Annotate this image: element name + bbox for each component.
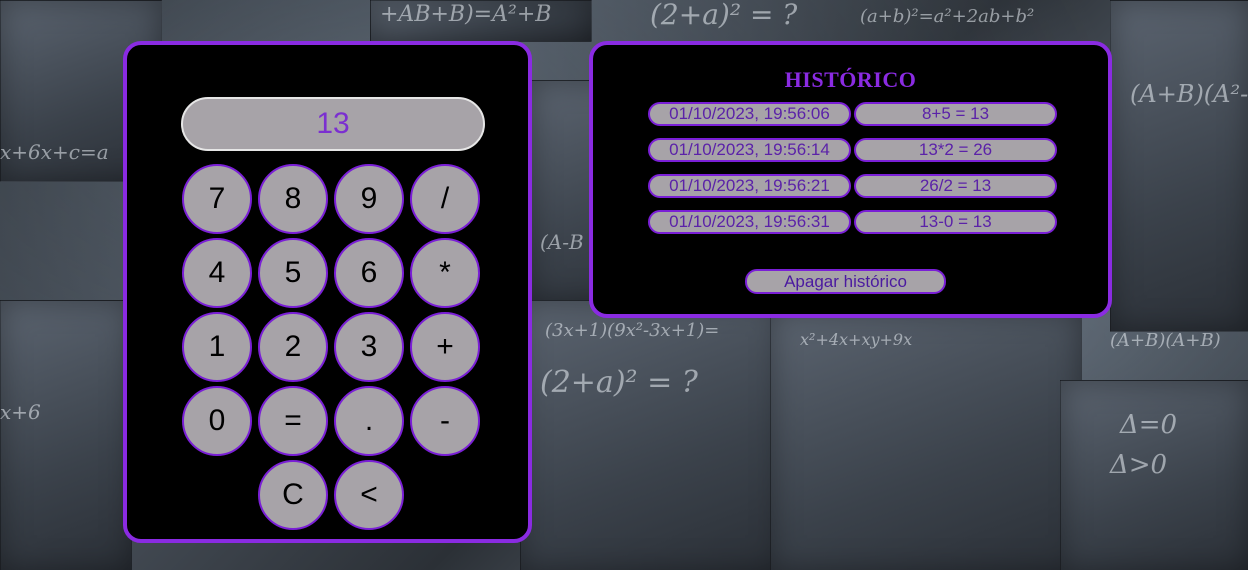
bg-formula: x+6 bbox=[0, 400, 41, 424]
key-0[interactable]: 0 bbox=[182, 386, 252, 456]
bg-formula: Δ=0 bbox=[1120, 410, 1178, 440]
history-operation: 8+5 = 13 bbox=[854, 102, 1057, 126]
bg-formula: x²+4x+xy+9x bbox=[800, 330, 913, 349]
key-multiply[interactable]: * bbox=[410, 238, 480, 308]
history-operation: 13*2 = 26 bbox=[854, 138, 1057, 162]
bg-formula: x+6x+c=a bbox=[0, 140, 109, 164]
key-4[interactable]: 4 bbox=[182, 238, 252, 308]
key-7[interactable]: 7 bbox=[182, 164, 252, 234]
history-timestamp: 01/10/2023, 19:56:06 bbox=[648, 102, 851, 126]
bg-formula: (A+B)(A²- bbox=[1130, 80, 1248, 108]
key-backspace[interactable]: < bbox=[334, 460, 404, 530]
key-minus[interactable]: - bbox=[410, 386, 480, 456]
clear-history-button[interactable]: Apagar histórico bbox=[745, 269, 946, 294]
bg-cube bbox=[770, 310, 1082, 570]
key-divide[interactable]: / bbox=[410, 164, 480, 234]
history-operation: 13-0 = 13 bbox=[854, 210, 1057, 234]
key-2[interactable]: 2 bbox=[258, 312, 328, 382]
calculator-panel: 13 7 8 9 / 4 5 6 * 1 2 3 + 0 = . - C < bbox=[123, 41, 532, 543]
bg-formula: (A-B bbox=[540, 230, 584, 254]
key-decimal[interactable]: . bbox=[334, 386, 404, 456]
history-operation: 26/2 = 13 bbox=[854, 174, 1057, 198]
key-plus[interactable]: + bbox=[410, 312, 480, 382]
key-9[interactable]: 9 bbox=[334, 164, 404, 234]
calculator-display: 13 bbox=[181, 97, 485, 151]
bg-formula: (3x+1)(9x²-3x+1)= bbox=[545, 320, 720, 341]
history-title: HISTÓRICO bbox=[784, 67, 917, 92]
key-5[interactable]: 5 bbox=[258, 238, 328, 308]
history-timestamp: 01/10/2023, 19:56:21 bbox=[648, 174, 851, 198]
key-equals[interactable]: = bbox=[258, 386, 328, 456]
key-3[interactable]: 3 bbox=[334, 312, 404, 382]
bg-cube bbox=[1110, 0, 1248, 332]
bg-formula: Δ>0 bbox=[1110, 450, 1168, 480]
key-clear[interactable]: C bbox=[258, 460, 328, 530]
key-8[interactable]: 8 bbox=[258, 164, 328, 234]
key-6[interactable]: 6 bbox=[334, 238, 404, 308]
bg-formula: +AB+B)=A²+B bbox=[380, 2, 552, 27]
bg-formula: (2+a)² = ? bbox=[650, 0, 798, 31]
key-1[interactable]: 1 bbox=[182, 312, 252, 382]
bg-formula: (A+B)(A+B) bbox=[1110, 330, 1221, 351]
bg-formula: (a+b)²=a²+2ab+b² bbox=[860, 6, 1035, 27]
history-panel: HISTÓRICO 01/10/2023, 19:56:06 8+5 = 13 … bbox=[589, 41, 1112, 318]
bg-cube bbox=[0, 300, 132, 570]
history-timestamp: 01/10/2023, 19:56:14 bbox=[648, 138, 851, 162]
bg-formula: (2+a)² = ? bbox=[540, 365, 698, 400]
history-timestamp: 01/10/2023, 19:56:31 bbox=[648, 210, 851, 234]
